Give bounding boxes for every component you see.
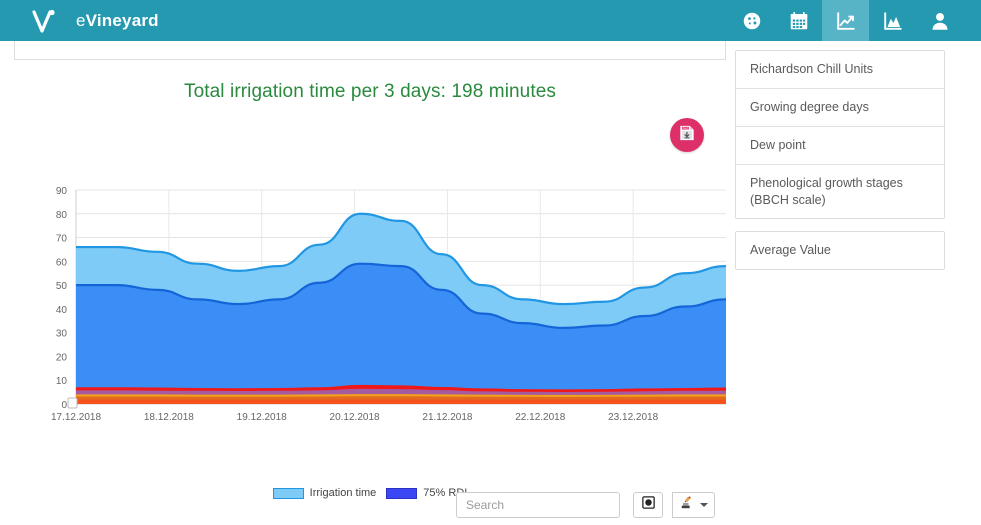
chart-line-4: [76, 394, 726, 398]
bottom-toolbar: [456, 492, 715, 518]
y-axis-tick-label: 80: [56, 210, 68, 221]
app-root: eVineyard Total irrigation time per 3 da…: [0, 0, 981, 525]
export-data-button[interactable]: [672, 492, 715, 518]
y-axis-tick-label: 10: [56, 376, 68, 387]
y-axis-tick-label: 0: [61, 400, 67, 411]
png-download-icon: PNG: [677, 123, 697, 148]
chart-title: Total irrigation time per 3 days: 198 mi…: [183, 81, 556, 102]
sidebar-item-growing-degree-days[interactable]: Growing degree days: [736, 89, 944, 127]
export-png-button[interactable]: PNG: [670, 118, 704, 152]
nav-calendar-button[interactable]: [775, 0, 822, 41]
y-axis-tick-label: 30: [56, 329, 68, 340]
chart-plot-area: 0 10 20 30 40 50 60 70 80 90 17.12.2018 18.12.2018 1…: [14, 182, 726, 482]
y-axis-tick-label: 70: [56, 234, 68, 245]
user-icon: [929, 10, 951, 32]
sidebar-item-average-value[interactable]: Average Value: [736, 232, 944, 269]
y-axis-tick-label: 90: [56, 186, 68, 197]
brand-prefix: e: [76, 10, 86, 30]
nav-analytics-button[interactable]: [869, 0, 916, 41]
x-axis-tick-label: 17.12.2018: [51, 412, 101, 423]
chevron-down-icon: [700, 503, 708, 507]
x-axis-tick-label: 19.12.2018: [237, 412, 287, 423]
area-chart-icon: [882, 10, 904, 32]
target-button[interactable]: [633, 492, 663, 518]
navbar-icon-group: [728, 0, 963, 41]
x-axis-tick-label: 23.12.2018: [608, 412, 658, 423]
chart-panel: Total irrigation time per 3 days: 198 mi…: [14, 62, 726, 517]
y-axis-tick-label: 20: [56, 352, 68, 363]
sidebar-item-richardson-chill-units[interactable]: Richardson Chill Units: [736, 51, 944, 89]
evineyard-logo-icon: [28, 6, 58, 36]
toolbar-button-group: [633, 492, 715, 518]
y-axis-tick-label: 50: [56, 281, 68, 292]
brand-title: eVineyard: [76, 11, 159, 31]
dashboard-gauge-icon: [741, 10, 763, 32]
nav-account-button[interactable]: [916, 0, 963, 41]
right-sidebar: Richardson Chill Units Growing degree da…: [735, 50, 945, 282]
x-axis-tick-label: 18.12.2018: [144, 412, 194, 423]
nav-charts-button[interactable]: [822, 0, 869, 41]
calendar-icon: [788, 10, 810, 32]
x-axis-tick-label: 21.12.2018: [422, 412, 472, 423]
y-axis-tick-label: 40: [56, 305, 68, 316]
brand-name: Vineyard: [85, 10, 159, 30]
legend-label: Irrigation time: [309, 487, 377, 499]
line-chart-icon: [835, 10, 857, 32]
chart-line-5: [76, 396, 726, 400]
legend-swatch-icon: [386, 487, 418, 499]
y-axis-tick-label: 60: [56, 257, 68, 268]
sidebar-group-aggregation: Average Value: [735, 231, 945, 271]
top-navbar: eVineyard: [0, 0, 981, 41]
sidebar-item-dew-point[interactable]: Dew point: [736, 127, 944, 165]
sidebar-group-indices: Richardson Chill Units Growing degree da…: [735, 50, 945, 220]
search-input[interactable]: [456, 492, 620, 518]
target-icon: [641, 495, 656, 515]
x-axis-tick-label: 20.12.2018: [330, 412, 380, 423]
export-user-icon: [679, 495, 695, 515]
x-axis-tick-label: 22.12.2018: [515, 412, 565, 423]
collapsed-card-above-chart: [14, 41, 726, 60]
legend-item-irrigation-time[interactable]: Irrigation time: [272, 487, 377, 499]
sidebar-item-phenological-growth-stages[interactable]: Phenological growth stages (BBCH scale): [736, 165, 944, 219]
nav-dashboard-button[interactable]: [728, 0, 775, 41]
svg-text:PNG: PNG: [683, 126, 689, 130]
range-slider-handle[interactable]: [67, 397, 78, 409]
area-chart-svg[interactable]: 0 10 20 30 40 50 60 70 80 90 17.12.2018 18.12.2018 1…: [14, 182, 726, 482]
button-gap: [663, 492, 672, 518]
legend-swatch-icon: [272, 487, 304, 499]
